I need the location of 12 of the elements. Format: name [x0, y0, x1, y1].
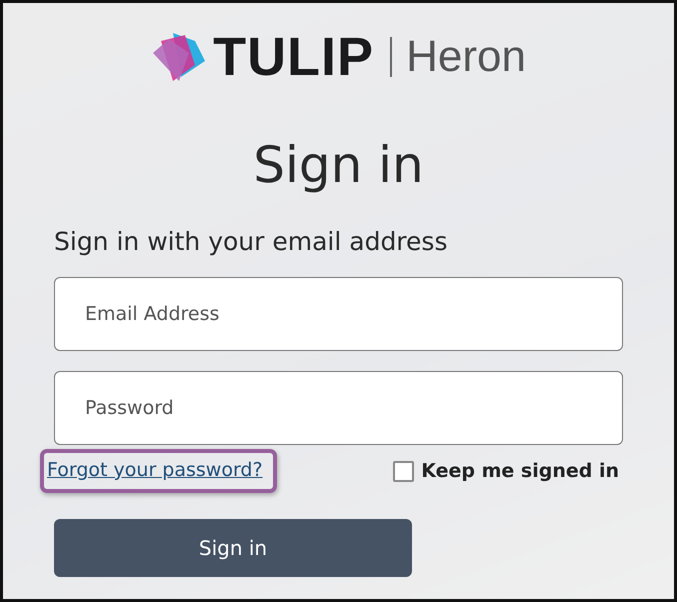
keep-signed-in-label: Keep me signed in — [421, 460, 619, 482]
logo-product-text: Heron — [406, 32, 526, 82]
password-field[interactable]: Password — [54, 371, 623, 445]
page-title: Sign in — [252, 135, 425, 195]
tulip-logo-icon — [151, 31, 208, 83]
forgot-password-link[interactable]: Forgot your password? — [47, 459, 263, 481]
subtitle: Sign in with your email address — [54, 226, 448, 258]
logo-separator — [390, 37, 392, 77]
email-field[interactable]: Email Address — [54, 277, 623, 351]
keep-signed-in-checkbox[interactable] — [393, 460, 414, 482]
sign-in-button[interactable]: Sign in — [54, 519, 412, 577]
logo-brand-text: TULIP — [213, 26, 374, 88]
